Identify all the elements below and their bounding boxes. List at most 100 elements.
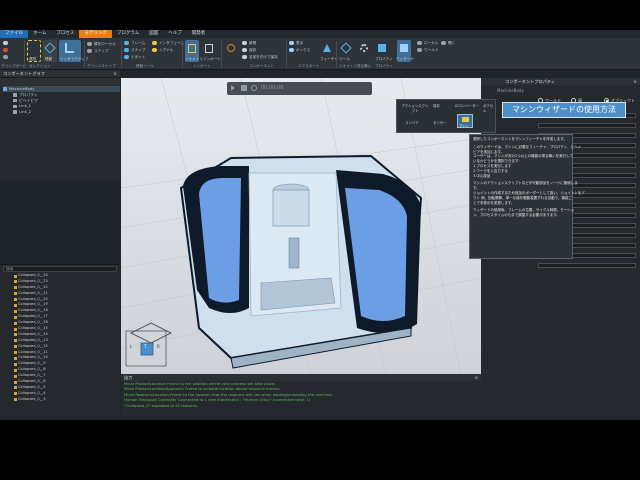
menu-modeling[interactable]: モデリング — [79, 30, 112, 38]
save-as-icon[interactable] — [242, 55, 247, 59]
wizard-item-action-script[interactable]: アクションスクリプト — [401, 103, 429, 113]
feature-list-label: Collapsed_0__9 — [18, 361, 46, 366]
navcube-top[interactable]: T — [144, 344, 146, 349]
menu-program[interactable]: プログラム — [112, 30, 144, 38]
panel-toolbar — [0, 77, 120, 85]
step-icon[interactable] — [417, 41, 422, 45]
select-label: 選択 — [29, 57, 37, 61]
menu-home[interactable]: ホーム — [28, 30, 51, 38]
delete-icon[interactable] — [3, 48, 8, 52]
signal-icon[interactable] — [152, 48, 157, 52]
property-field[interactable] — [538, 123, 636, 128]
paste-icon[interactable] — [3, 55, 8, 59]
feature-list-item[interactable]: Collapsed_0__3 — [0, 397, 120, 403]
window-icon[interactable] — [441, 41, 446, 45]
move-label: 移動 — [45, 57, 53, 61]
feature-icon — [14, 398, 17, 402]
group-export: コンポーネント — [249, 64, 275, 68]
grid-icon[interactable] — [87, 42, 92, 46]
menu-file[interactable]: ファイル — [0, 30, 28, 38]
tutorial-title-banner: マシンウィザードの使用方法 — [502, 102, 626, 118]
interface-label: インタフェース — [159, 41, 184, 45]
menu-drawing[interactable]: 図面 — [144, 30, 163, 38]
navcube-right[interactable]: R — [157, 344, 160, 349]
wizard-item-machine[interactable]: マシン — [457, 114, 473, 128]
world-label: ワールド — [424, 48, 439, 52]
box-label: ボックス — [296, 48, 311, 52]
open-label: 開く — [448, 41, 456, 45]
output-header: 出力 × — [121, 374, 481, 381]
feature-icon — [14, 345, 17, 349]
tree-item-label: プロパティ — [19, 91, 38, 97]
tree-item-label: Link_1 — [19, 103, 32, 109]
feature-icon — [14, 292, 17, 296]
search-input[interactable]: 検索 — [3, 266, 117, 272]
tree-item-link-2[interactable]: Link_2 — [3, 109, 120, 115]
tree-item-label: ビヘイビア — [19, 97, 38, 103]
feature-list-label: Collapsed_0__13 — [18, 337, 48, 342]
geometry-label: ジオメトリ — [185, 57, 203, 61]
save-icon[interactable] — [242, 48, 247, 52]
play-icon[interactable] — [231, 85, 237, 91]
wizard-item-machine-label: マシン — [459, 124, 469, 128]
separator — [84, 41, 85, 68]
navcube-left[interactable]: L — [130, 344, 132, 349]
geometry-icon[interactable] — [289, 41, 294, 45]
tooltip-line: マシンのアクションスクリプトなどが可動部品をノードに格納しま — [473, 181, 578, 186]
behaviour-button[interactable] — [357, 40, 371, 62]
feature-list-label: Collapsed_0__20 — [18, 296, 48, 301]
interface-icon[interactable] — [152, 41, 157, 45]
menu-help[interactable]: ヘルプ — [163, 30, 187, 38]
feature-icon — [14, 386, 17, 390]
close-icon[interactable]: × — [633, 78, 637, 85]
reset-icon[interactable] — [251, 85, 257, 91]
show-label: 表示 — [296, 41, 304, 45]
new-icon[interactable] — [242, 41, 247, 45]
separator — [121, 41, 122, 68]
menu-process[interactable]: プロセス — [51, 30, 79, 38]
frame-label: フレーム — [131, 41, 146, 45]
menu-developer[interactable]: 開発者 — [187, 30, 211, 38]
parent-local-label: 親をローカル — [94, 42, 116, 46]
wizard-item-conveyor[interactable]: コンベア — [405, 120, 419, 125]
separator — [24, 41, 25, 68]
pivot-icon[interactable] — [124, 55, 129, 59]
snap-icon[interactable] — [124, 48, 129, 52]
feature-list-label: Collapsed_0__10 — [18, 355, 48, 360]
feature-icon — [14, 315, 17, 319]
separator — [182, 41, 183, 68]
component-name: MachineBody — [497, 88, 524, 93]
component-graph-panel: コンポーネントグラフ × MachineBody プロパティ ビヘイビア Lin… — [0, 70, 120, 180]
save-as-label: 名前を付けて保存 — [249, 55, 278, 59]
wizard-item-sensor[interactable]: センサー — [433, 120, 447, 125]
tooltip-line: 選択したコンポーネントをマシンフィーチャを作成します。 — [473, 137, 567, 141]
tool-label: ツール — [339, 57, 350, 61]
world-icon[interactable] — [87, 49, 92, 53]
cut-icon[interactable] — [3, 41, 8, 45]
feature-icon — [14, 321, 17, 325]
frame-icon[interactable] — [124, 41, 129, 45]
machine-icon — [462, 117, 469, 122]
component-button[interactable] — [224, 40, 238, 62]
feature-icon — [14, 303, 17, 307]
output-line: "Collapsed_0" exploded to 50 features. — [124, 402, 199, 408]
feature-list-panel: 検索 Collapsed_0__24 Collapsed_0__23 Collaps… — [0, 264, 120, 420]
new-label: 新規 — [249, 41, 257, 45]
feature-list-label: Collapsed_0__11 — [18, 349, 48, 354]
wizard-item-save[interactable]: 保存 — [433, 103, 440, 108]
wizard-item-io-converter[interactable]: IOコンバーター — [455, 103, 479, 108]
stop-icon[interactable] — [241, 85, 247, 91]
group-clipboard: クリップボード — [1, 64, 27, 68]
separator — [286, 41, 287, 68]
property-icon — [13, 93, 17, 97]
box-icon[interactable] — [289, 48, 294, 52]
wizard-item-voxel[interactable]: ボクセル — [483, 103, 495, 113]
property-label: プロパティ — [375, 57, 393, 61]
property-field[interactable] — [538, 263, 636, 268]
feature-icon — [14, 274, 17, 278]
feature-list-label: Collapsed_0__4 — [18, 390, 46, 395]
close-icon[interactable]: × — [474, 374, 478, 381]
close-icon[interactable]: × — [113, 70, 117, 77]
world-frame-icon[interactable] — [417, 48, 422, 52]
link-icon — [13, 110, 17, 114]
